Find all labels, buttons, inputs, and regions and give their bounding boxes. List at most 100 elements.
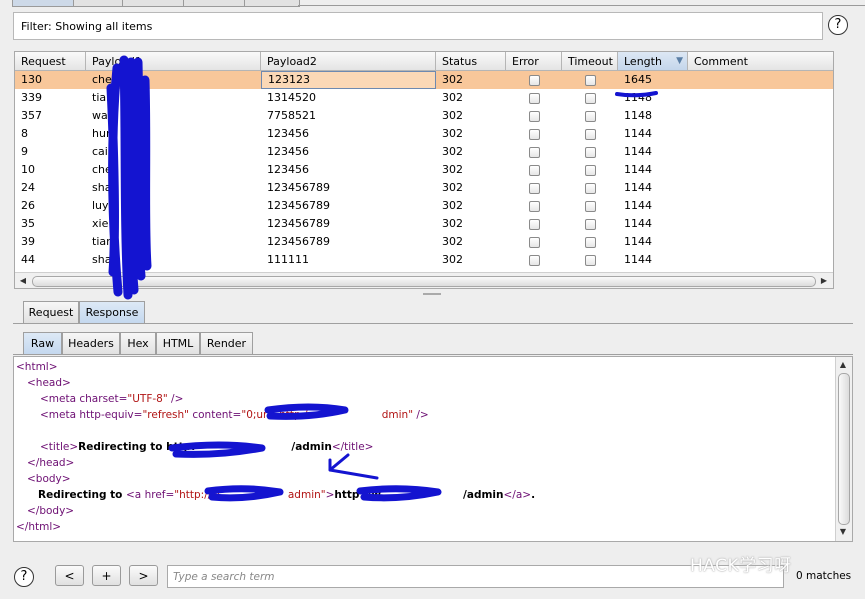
splitter-grip-icon[interactable] <box>423 293 441 295</box>
top-tab-5[interactable] <box>244 0 300 7</box>
next-match-button[interactable]: > <box>129 565 158 586</box>
tab-response[interactable]: Response <box>79 301 145 324</box>
table-row[interactable]: 39 tian 123456789 302 1144 <box>15 233 833 251</box>
tab-raw[interactable]: Raw <box>23 332 62 355</box>
cell-payload1: luy <box>92 199 109 212</box>
col-header-request[interactable]: Request <box>15 52 86 71</box>
top-tab-3[interactable] <box>122 0 184 7</box>
timeout-checkbox[interactable] <box>585 75 596 86</box>
col-header-error[interactable]: Error <box>506 52 562 71</box>
help-icon[interactable]: ? <box>828 15 848 35</box>
cell-length: 1144 <box>624 199 652 212</box>
table-row[interactable]: 9 cailu 123456 302 1144 <box>15 143 833 161</box>
cell-status: 302 <box>442 127 463 140</box>
table-row[interactable]: 357 wa g 7758521 302 1148 <box>15 107 833 125</box>
timeout-checkbox[interactable] <box>585 237 596 248</box>
col-header-length-label: Length <box>624 55 662 68</box>
cell-length: 1144 <box>624 145 652 158</box>
tab-request[interactable]: Request <box>23 301 79 324</box>
error-checkbox[interactable] <box>529 147 540 158</box>
code-line: <meta charset="UTF-8" /> <box>40 393 184 405</box>
response-raw-viewer[interactable]: <html> <head> <meta charset="UTF-8" /> <… <box>13 356 853 542</box>
col-header-payload2[interactable]: Payload2 <box>261 52 436 71</box>
cell-payload1: wa g <box>92 109 119 122</box>
error-checkbox[interactable] <box>529 93 540 104</box>
cell-request: 35 <box>21 217 35 230</box>
cell-payload2: 123456 <box>267 145 309 158</box>
col-header-length[interactable]: Length ▼ <box>618 52 688 71</box>
error-checkbox[interactable] <box>529 165 540 176</box>
cell-comment <box>688 251 833 269</box>
cell-payload1: cailu <box>92 145 118 158</box>
top-tab-4[interactable] <box>183 0 245 7</box>
scroll-up-icon[interactable]: ▲ <box>836 358 850 372</box>
timeout-checkbox[interactable] <box>585 111 596 122</box>
top-tab-1[interactable] <box>12 0 74 7</box>
error-checkbox[interactable] <box>529 111 540 122</box>
horizontal-scrollbar[interactable]: ◀ ▶ <box>15 272 833 288</box>
table-row[interactable]: 35 xie 123456789 302 1144 <box>15 215 833 233</box>
add-match-button[interactable]: + <box>92 565 121 586</box>
cell-comment <box>688 107 833 125</box>
cell-comment <box>688 143 833 161</box>
col-header-comment[interactable]: Comment <box>688 52 833 71</box>
table-row[interactable]: 44 sha 111111 302 1144 <box>15 251 833 269</box>
cell-status: 302 <box>442 145 463 158</box>
scroll-left-icon[interactable]: ◀ <box>16 274 30 288</box>
error-checkbox[interactable] <box>529 75 540 86</box>
cell-status: 302 <box>442 109 463 122</box>
filter-bar[interactable]: Filter: Showing all items <box>13 12 823 40</box>
error-checkbox[interactable] <box>529 255 540 266</box>
scroll-right-icon[interactable]: ▶ <box>817 274 831 288</box>
tab-html[interactable]: HTML <box>156 332 200 355</box>
code-line: Redirecting to <a href="http://w admin">h… <box>38 489 536 501</box>
cell-request: 8 <box>21 127 28 140</box>
cell-status: 302 <box>442 163 463 176</box>
view-tab-underline <box>13 354 853 355</box>
sort-descending-icon: ▼ <box>676 56 683 66</box>
timeout-checkbox[interactable] <box>585 165 596 176</box>
timeout-checkbox[interactable] <box>585 201 596 212</box>
timeout-checkbox[interactable] <box>585 255 596 266</box>
scroll-down-icon[interactable]: ▼ <box>836 525 850 539</box>
timeout-checkbox[interactable] <box>585 219 596 230</box>
tab-hex[interactable]: Hex <box>120 332 156 355</box>
search-help-icon[interactable]: ? <box>14 567 34 587</box>
timeout-checkbox[interactable] <box>585 147 596 158</box>
rr-tab-underline <box>13 323 853 324</box>
cell-length: 1144 <box>624 217 652 230</box>
vertical-scroll-thumb[interactable] <box>838 373 850 525</box>
table-row[interactable]: 26 luy 123456789 302 1144 <box>15 197 833 215</box>
vertical-scrollbar[interactable]: ▲ ▼ <box>835 357 852 541</box>
top-tab-2[interactable] <box>73 0 123 7</box>
error-checkbox[interactable] <box>529 129 540 140</box>
cell-length: 1144 <box>624 235 652 248</box>
table-row[interactable]: 8 hum 123456 302 1144 <box>15 125 833 143</box>
timeout-checkbox[interactable] <box>585 93 596 104</box>
code-line: <title>Redirecting to http:/admin</title… <box>40 441 374 453</box>
error-checkbox[interactable] <box>529 219 540 230</box>
table-row[interactable]: 10 che 123456 302 1144 <box>15 161 833 179</box>
cell-status: 302 <box>442 73 463 86</box>
col-header-payload1[interactable]: Payload1 <box>86 52 261 71</box>
cell-length: 1645 <box>624 73 652 86</box>
error-checkbox[interactable] <box>529 183 540 194</box>
error-checkbox[interactable] <box>529 237 540 248</box>
table-row[interactable]: 130 che 123123 302 1645 <box>15 71 833 89</box>
cell-payload2: 7758521 <box>267 109 316 122</box>
table-row[interactable]: 24 sha 123456789 302 1144 <box>15 179 833 197</box>
horizontal-scroll-thumb[interactable] <box>32 276 816 287</box>
cell-payload1: hum <box>92 127 117 140</box>
tab-render[interactable]: Render <box>200 332 253 355</box>
timeout-checkbox[interactable] <box>585 183 596 194</box>
cell-payload2: 123456 <box>267 127 309 140</box>
error-checkbox[interactable] <box>529 201 540 212</box>
col-header-timeout[interactable]: Timeout <box>562 52 618 71</box>
tab-headers[interactable]: Headers <box>62 332 120 355</box>
cell-request: 24 <box>21 181 35 194</box>
timeout-checkbox[interactable] <box>585 129 596 140</box>
cell-comment <box>688 197 833 215</box>
previous-match-button[interactable]: < <box>55 565 84 586</box>
table-row[interactable]: 339 tian 1314520 302 1148 <box>15 89 833 107</box>
col-header-status[interactable]: Status <box>436 52 506 71</box>
